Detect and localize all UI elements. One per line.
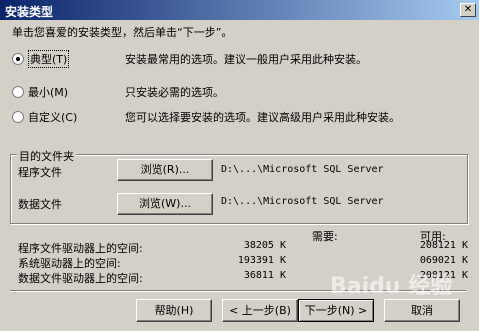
option-custom-desc: 您可以选择要安装的选项。建议高级用户采用此种安装。 <box>125 111 400 124</box>
space-row-available: 069021 K <box>419 255 468 266</box>
destination-group-title: 目的文件夹 <box>17 148 76 164</box>
option-minimum[interactable]: 最小(M) 只安装必需的选项。 <box>12 84 472 102</box>
next-button[interactable]: 下一步(N) > <box>298 299 374 322</box>
radio-typical[interactable] <box>12 53 24 65</box>
space-row-required: 193391 K <box>237 255 286 266</box>
space-row-required: 36811 K <box>243 270 286 281</box>
space-row-system: 系统驱动器上的空间: 193391 K 069021 K <box>18 255 468 270</box>
browse-data-button[interactable]: 浏览(W)... <box>117 193 213 215</box>
option-typical-label[interactable]: 典型(T) <box>28 50 70 68</box>
option-typical-desc: 安装最常用的选项。建议一般用户采用此种安装。 <box>125 53 367 66</box>
space-row-program: 程序文件驱动器上的空间: 38205 K 208121 K <box>18 240 468 255</box>
space-row-available: 208121 K <box>419 240 468 251</box>
help-button[interactable]: 帮助(H) <box>136 299 212 322</box>
radio-minimum[interactable] <box>12 86 24 98</box>
space-row-label: 程序文件驱动器上的空间: <box>18 242 143 255</box>
back-button[interactable]: < 上一步(B) <box>222 299 298 322</box>
radio-custom[interactable] <box>12 111 24 123</box>
program-files-path: D:\...\Microsoft SQL Server <box>221 164 384 175</box>
space-row-required: 38205 K <box>243 240 286 251</box>
title-bar: 安装类型 ✕ <box>0 0 479 20</box>
program-files-label: 程序文件 <box>18 166 62 179</box>
instruction-text: 单击您喜爱的安装类型，然后单击“下一步”。 <box>12 26 233 39</box>
space-row-label: 数据文件驱动器上的空间: <box>18 272 143 285</box>
option-minimum-desc: 只安装必需的选项。 <box>125 86 224 99</box>
window-title: 安装类型 <box>5 5 54 19</box>
cancel-button[interactable]: 取消 <box>384 299 460 322</box>
space-row-label: 系统驱动器上的空间: <box>18 257 121 270</box>
data-files-label: 数据文件 <box>18 198 62 211</box>
option-custom-label[interactable]: 自定义(C) <box>28 109 77 125</box>
browse-program-button[interactable]: 浏览(R)... <box>117 159 213 181</box>
close-button[interactable]: ✕ <box>460 3 476 17</box>
option-custom[interactable]: 自定义(C) 您可以选择要安装的选项。建议高级用户采用此种安装。 <box>12 109 472 127</box>
data-files-path: D:\...\Microsoft SQL Server <box>221 196 384 207</box>
option-minimum-label[interactable]: 最小(M) <box>28 84 68 100</box>
option-typical[interactable]: 典型(T) 安装最常用的选项。建议一般用户采用此种安装。 <box>12 50 472 69</box>
baidu-watermark: Baidu 经验 <box>330 274 453 299</box>
